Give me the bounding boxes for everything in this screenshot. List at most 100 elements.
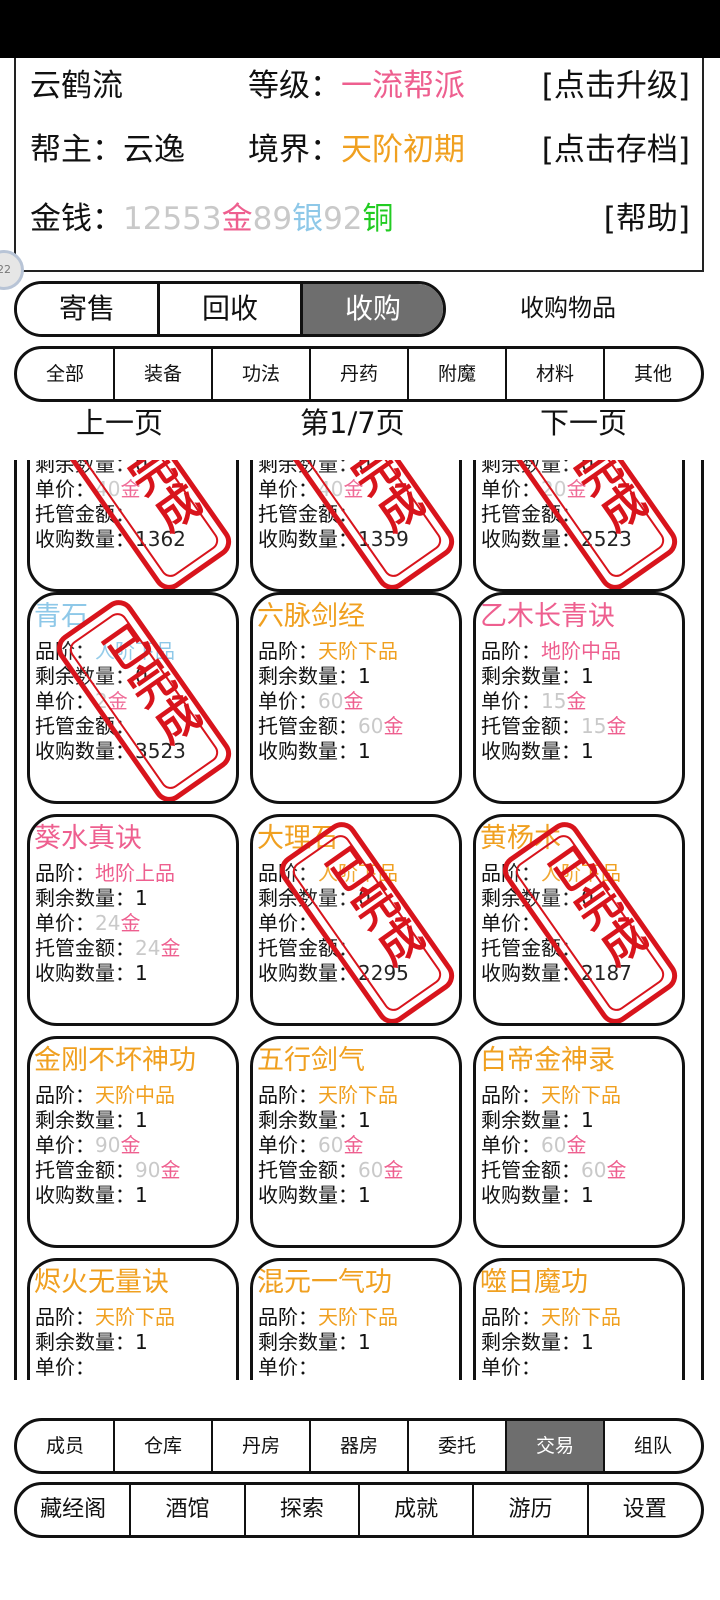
bought-row: 收购数量：1: [481, 1183, 594, 1208]
realm-value: 天阶初期: [341, 132, 465, 168]
price-row-label: 单价：: [258, 1133, 318, 1157]
item-card[interactable]: 混元一气功品阶：天阶下品剩余数量：1单价：托管金额：收购数量：: [250, 1258, 462, 1380]
nav-warehouse[interactable]: 仓库: [115, 1421, 213, 1471]
bought-row-label: 收购数量：: [35, 961, 135, 985]
price-row-label: 单价：: [481, 1355, 541, 1379]
remain-row-label: 剩余数量：: [481, 664, 581, 688]
item-card[interactable]: 五行剑气 品阶：天阶下品 剩余数量：1 单价：60金 托管金额：60金 收购数量：1: [250, 1036, 462, 1248]
deposit-row-unit: 金: [160, 936, 181, 960]
grade-row: 品阶：天阶中品: [35, 1083, 175, 1108]
bought-row-label: 收购数量：: [481, 1183, 581, 1207]
purchase-list[interactable]: 品阶：剩余数量：0单价：40金托管金额：收购数量：1362已完成品阶：剩余数量：…: [14, 460, 704, 1380]
price-row-unit: 金: [343, 689, 364, 713]
price-row-label: 单价：: [258, 1355, 318, 1379]
remain-row-label: 剩余数量：: [258, 664, 358, 688]
status-bar: [0, 0, 720, 58]
nav-alchemy-room[interactable]: 丹房: [213, 1421, 311, 1471]
nav-settings[interactable]: 设置: [589, 1485, 701, 1535]
filter-pills[interactable]: 丹药: [311, 349, 409, 399]
nav-commission[interactable]: 委托: [409, 1421, 507, 1471]
item-name: 烬火无量诀: [34, 1267, 169, 1298]
item-card[interactable]: 品阶：剩余数量：0单价：20金托管金额：收购数量：2523已完成: [473, 460, 685, 592]
item-card[interactable]: 青石 品阶：人阶下品 剩余数量：0 单价：2金 托管金额： 收购数量：3523 已完成: [27, 592, 239, 804]
item-card[interactable]: 品阶：剩余数量：0单价：40金托管金额：收购数量：1362已完成: [27, 460, 239, 592]
copper-unit: 铜: [362, 201, 394, 237]
price-row-unit: 金: [566, 689, 587, 713]
grade-row-val: 地阶上品: [95, 861, 175, 885]
deposit-row: 托管金额：15金: [481, 714, 626, 739]
deposit-row-label: 托管金额：: [258, 714, 358, 738]
bought-row-label: 收购数量：: [258, 739, 358, 763]
nav-travel[interactable]: 游历: [474, 1485, 589, 1535]
next-page-button[interactable]: 下一页: [540, 402, 627, 444]
grade-row: 品阶：天阶下品: [481, 1305, 621, 1330]
deposit-row-label: 托管金额：: [481, 1158, 581, 1182]
sect-level: 等级：一流帮派: [248, 66, 465, 106]
grade-row: 品阶：天阶下品: [258, 639, 398, 664]
price-row: 单价：24金: [35, 911, 140, 936]
bottom-nav-secondary: 藏经阁 酒馆 探索 成就 游历 设置: [14, 1482, 704, 1538]
deposit-row-unit: 金: [606, 714, 627, 738]
item-name: 五行剑气: [257, 1045, 365, 1076]
filter-enchant[interactable]: 附魔: [409, 349, 507, 399]
tab-consign[interactable]: 寄售: [17, 284, 160, 334]
grade-row-val: 天阶下品: [318, 639, 398, 663]
tab-purchase[interactable]: 收购: [303, 284, 443, 334]
grade-row: 品阶：天阶下品: [258, 1083, 398, 1108]
grade-row-val: 天阶下品: [318, 1305, 398, 1329]
bought-row-val: 1: [135, 1183, 148, 1207]
item-card[interactable]: 乙木长青诀 品阶：地阶中品 剩余数量：1 单价：15金 托管金额：15金 收购数量：1: [473, 592, 685, 804]
nav-trade[interactable]: 交易: [507, 1421, 605, 1471]
item-card[interactable]: 品阶：剩余数量：0单价：40金托管金额：收购数量：1359已完成: [250, 460, 462, 592]
nav-tavern[interactable]: 酒馆: [131, 1485, 246, 1535]
item-name: 混元一气功: [257, 1267, 392, 1298]
filter-all[interactable]: 全部: [17, 349, 115, 399]
nav-forge-room[interactable]: 器房: [311, 1421, 409, 1471]
upgrade-button[interactable]: [点击升级]: [542, 66, 690, 106]
item-card[interactable]: 黄杨木 品阶：人阶下品 剩余数量：0 单价： 托管金额： 收购数量：2187 已完成: [473, 814, 685, 1026]
filter-equipment[interactable]: 装备: [115, 349, 213, 399]
item-card[interactable]: 金刚不坏神功 品阶：天阶中品 剩余数量：1 单价：90金 托管金额：90金 收购数量：1: [27, 1036, 239, 1248]
grade-row-label: 品阶：: [35, 1305, 95, 1329]
nav-team[interactable]: 组队: [605, 1421, 701, 1471]
remain-row-label: 剩余数量：: [35, 1330, 135, 1354]
remain-row-label: 剩余数量：: [481, 1108, 581, 1132]
nav-achievements[interactable]: 成就: [360, 1485, 475, 1535]
bought-row: 收购数量：1: [481, 739, 594, 764]
save-button[interactable]: [点击存档]: [542, 130, 690, 170]
bottom-nav-primary: 成员 仓库 丹房 器房 委托 交易 组队: [14, 1418, 704, 1474]
prev-page-button[interactable]: 上一页: [76, 402, 163, 444]
item-name: 六脉剑经: [257, 601, 365, 632]
item-card[interactable]: 大理石 品阶：人阶下品 剩余数量：0 单价： 托管金额： 收购数量：2295 已完成: [250, 814, 462, 1026]
category-filters: 全部 装备 功法 丹药 附魔 材料 其他: [14, 346, 704, 402]
remain-row: 剩余数量：1: [481, 1108, 594, 1133]
item-card[interactable]: 葵水真诀 品阶：地阶上品 剩余数量：1 单价：24金 托管金额：24金 收购数量：1: [27, 814, 239, 1026]
deposit-row: 托管金额：90金: [35, 1158, 180, 1183]
price-row-val: 60: [318, 1133, 344, 1157]
bought-row-val: 1: [358, 739, 371, 763]
nav-members[interactable]: 成员: [17, 1421, 115, 1471]
item-card[interactable]: 白帝金神录 品阶：天阶下品 剩余数量：1 单价：60金 托管金额：60金 收购数量：1: [473, 1036, 685, 1248]
remain-row: 剩余数量：1: [481, 1330, 594, 1355]
filter-skills[interactable]: 功法: [213, 349, 311, 399]
nav-library[interactable]: 藏经阁: [17, 1485, 132, 1535]
help-button[interactable]: [帮助]: [604, 199, 690, 239]
remain-row: 剩余数量：1: [258, 1108, 371, 1133]
item-card[interactable]: 六脉剑经 品阶：天阶下品 剩余数量：1 单价：60金 托管金额：60金 收购数量：1: [250, 592, 462, 804]
grade-row-label: 品阶：: [481, 639, 541, 663]
item-card[interactable]: 烬火无量诀品阶：天阶下品剩余数量：1单价：托管金额：收购数量：: [27, 1258, 239, 1380]
item-name: 乙木长青诀: [480, 601, 615, 632]
price-row-unit: 金: [343, 1133, 364, 1157]
tab-recycle[interactable]: 回收: [160, 284, 303, 334]
deposit-row: 托管金额：60金: [481, 1158, 626, 1183]
deposit-row-val: 24: [135, 936, 161, 960]
grade-row-val: 天阶下品: [541, 1305, 621, 1329]
price-row-val: 60: [541, 1133, 567, 1157]
deposit-row-val: 90: [135, 1158, 161, 1182]
price-row-label: 单价：: [258, 689, 318, 713]
filter-materials[interactable]: 材料: [507, 349, 605, 399]
filter-other[interactable]: 其他: [605, 349, 701, 399]
item-card[interactable]: 噬日魔功品阶：天阶下品剩余数量：1单价：托管金额：收购数量：: [473, 1258, 685, 1380]
nav-explore[interactable]: 探索: [246, 1485, 360, 1535]
realm-label: 境界：: [248, 132, 341, 168]
